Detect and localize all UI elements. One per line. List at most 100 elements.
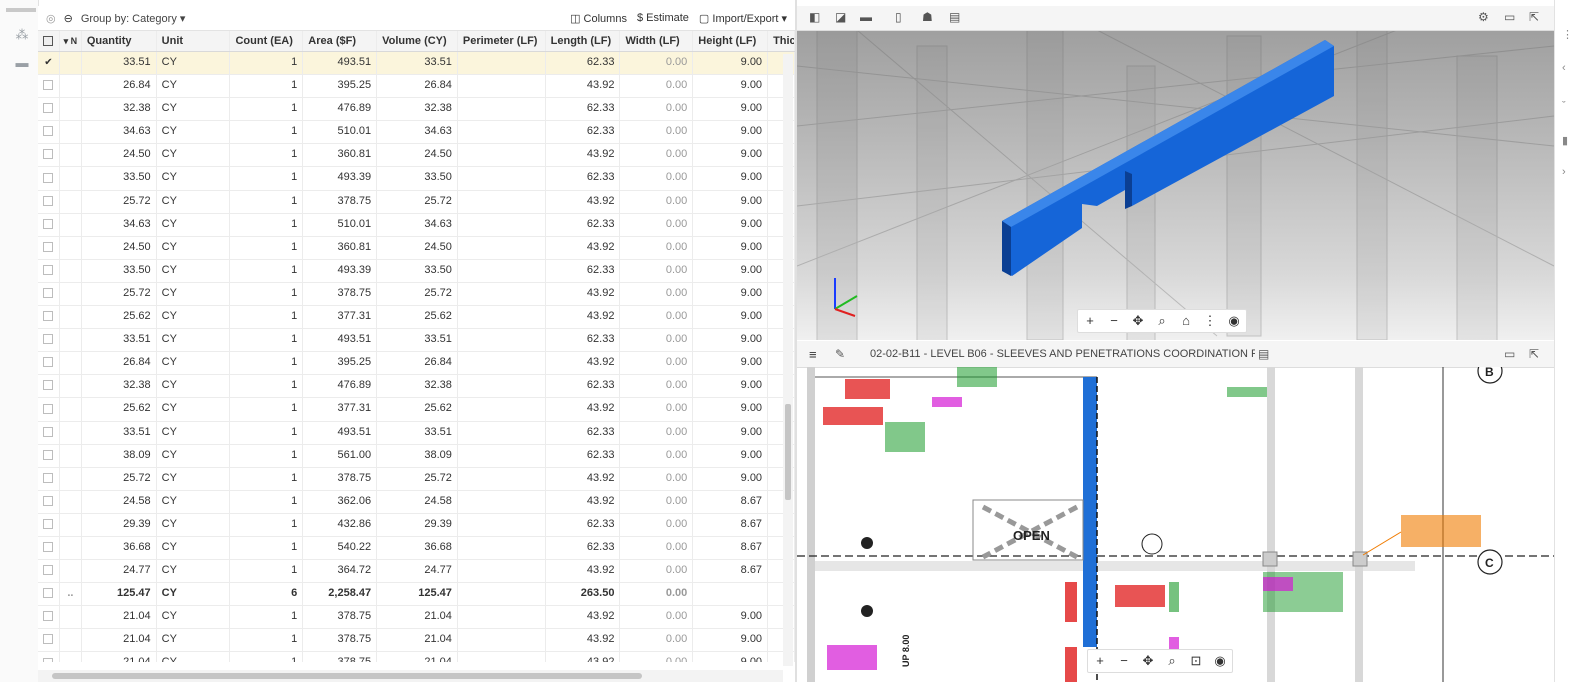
row-checkbox[interactable]	[38, 213, 60, 236]
checkbox[interactable]	[43, 126, 54, 137]
row-checkbox[interactable]	[38, 398, 60, 421]
columns-button[interactable]: ◫ Columns	[570, 12, 627, 25]
checkbox[interactable]	[43, 357, 54, 368]
row-checkbox[interactable]	[38, 606, 60, 629]
row-checkbox[interactable]	[38, 75, 60, 98]
grid-vertical-scrollbar[interactable]	[783, 54, 793, 666]
header-length[interactable]: Length (LF)	[546, 31, 621, 51]
document-icon[interactable]: ▤	[1258, 347, 1269, 361]
checkbox[interactable]	[43, 380, 54, 391]
checkbox[interactable]	[43, 611, 54, 622]
table-row[interactable]: 24.77 CY 1 364.72 24.77 43.92 0.00 8.67	[38, 560, 795, 584]
collapse-icon[interactable]: ⊖	[64, 12, 73, 25]
model-viewer-3d[interactable]: ◧ ◪ ▬ ▯ ☗ ▤ ⚙ ▭ ⇱ + − ✥ ⌕ ⌂ ⋮ ◉	[797, 6, 1554, 340]
header-count[interactable]: Count (EA)	[230, 31, 304, 51]
row-checkbox[interactable]	[38, 490, 60, 513]
vertical-scroll-thumb[interactable]	[785, 404, 791, 500]
table-row[interactable]: 33.51 CY 1 493.51 33.51 62.33 0.00 9.00	[38, 421, 795, 445]
table-row[interactable]: 33.50 CY 1 493.39 33.50 62.33 0.00 9.00	[38, 259, 795, 283]
row-checkbox[interactable]	[38, 467, 60, 490]
table-row[interactable]: 32.38 CY 1 476.89 32.38 62.33 0.00 9.00	[38, 98, 795, 122]
pan-icon[interactable]: ✥	[1136, 650, 1160, 672]
table-row[interactable]: 21.04CY1378.7521.0443.920.009.00	[38, 629, 795, 653]
external-link-icon[interactable]: ⇱	[1529, 347, 1539, 361]
sheet-viewer-2d[interactable]: ≡ ✎ 02-02-B11 - LEVEL B06 - SLEEVES AND …	[797, 341, 1554, 682]
row-checkbox[interactable]	[38, 583, 60, 606]
panel-icon[interactable]: ▮	[1562, 134, 1568, 147]
checkbox[interactable]	[43, 565, 54, 576]
pan-icon[interactable]: ✥	[1126, 310, 1150, 332]
table-row[interactable]: 33.50 CY 1 493.39 33.50 62.33 0.00 9.00	[38, 167, 795, 191]
fit-page-icon[interactable]: ⊡	[1184, 650, 1208, 672]
checkbox[interactable]	[43, 657, 54, 662]
menu-icon[interactable]: ≡	[809, 347, 817, 362]
horizontal-scroll-thumb[interactable]	[52, 673, 642, 679]
grid-horizontal-scrollbar[interactable]	[38, 670, 783, 682]
table-row[interactable]: 29.39 CY 1 432.86 29.39 62.33 0.00 8.67	[38, 513, 795, 537]
checkbox[interactable]	[43, 241, 54, 252]
import-export-button[interactable]: ▢ Import/Export ▾	[699, 12, 787, 25]
table-row[interactable]: 32.38 CY 1 476.89 32.38 62.33 0.00 9.00	[38, 375, 795, 399]
sheet-canvas[interactable]: OPEN B C UP 8.00	[797, 367, 1554, 682]
zoom-in-icon[interactable]: +	[1088, 650, 1112, 672]
chevron-right-icon[interactable]: ›	[1562, 166, 1566, 178]
checkbox[interactable]	[43, 334, 54, 345]
arrow-down-icon[interactable]: ˇ	[1562, 100, 1566, 112]
group-total-row[interactable]: .. 125.47 CY 6 2,258.47 125.47 263.50 0.00	[38, 583, 795, 607]
table-row[interactable]: 25.62 CY 1 377.31 25.62 43.92 0.00 9.00	[38, 398, 795, 422]
checkbox[interactable]	[43, 218, 54, 229]
more-vertical-icon[interactable]: ⋮	[1562, 28, 1573, 41]
row-checkbox[interactable]	[38, 329, 60, 352]
camera-icon[interactable]: ◉	[1222, 310, 1246, 332]
row-checkbox[interactable]	[38, 190, 60, 213]
row-checkbox[interactable]	[38, 167, 60, 190]
header-width[interactable]: Width (LF)	[620, 31, 694, 51]
row-checkbox[interactable]	[38, 536, 60, 560]
zoom-in-icon[interactable]: +	[1078, 310, 1102, 332]
settings-circle-icon[interactable]: ◎	[46, 12, 56, 25]
more-vertical-icon[interactable]: ⋮	[1198, 310, 1222, 332]
row-checkbox[interactable]	[38, 444, 60, 467]
checkbox[interactable]	[43, 103, 54, 114]
checkbox[interactable]	[43, 426, 54, 437]
row-checkbox[interactable]: ✔	[38, 52, 60, 75]
table-row[interactable]: 21.04CY1378.7521.0443.920.009.00	[38, 652, 795, 662]
row-checkbox[interactable]	[38, 259, 60, 282]
table-row[interactable]: 24.50 CY 1 360.81 24.50 43.92 0.00 9.00	[38, 144, 795, 168]
row-checkbox[interactable]	[38, 421, 60, 444]
row-checkbox[interactable]	[38, 375, 60, 398]
checkbox[interactable]	[43, 149, 54, 160]
home-icon[interactable]: ⌂	[1174, 310, 1198, 332]
view-person-icon[interactable]: ☗	[922, 10, 933, 24]
table-row[interactable]: 25.72 CY 1 378.75 25.72 43.92 0.00 9.00	[38, 282, 795, 307]
view-bottom-icon[interactable]: ▬	[860, 10, 872, 24]
estimate-button[interactable]: $ Estimate	[637, 12, 689, 24]
checkbox[interactable]	[43, 472, 54, 483]
header-height[interactable]: Height (LF)	[693, 31, 769, 51]
zoom-window-icon[interactable]: ⌕	[1160, 650, 1184, 672]
row-checkbox[interactable]	[38, 306, 60, 329]
keyboard-icon[interactable]: ▭	[1504, 10, 1515, 24]
header-quantity[interactable]: Quantity	[82, 31, 157, 51]
checkbox[interactable]	[43, 518, 54, 529]
gear-icon[interactable]: ⚙	[1478, 10, 1489, 24]
checkbox[interactable]	[43, 403, 54, 414]
folder-icon[interactable]: ▬	[15, 56, 29, 70]
table-row[interactable]: 26.84 CY 1 395.25 26.84 43.92 0.00 9.00	[38, 352, 795, 376]
camera-icon[interactable]: ◉	[1208, 650, 1232, 672]
hierarchy-icon[interactable]: ⁂	[15, 28, 29, 42]
checkbox[interactable]	[43, 195, 54, 206]
checkbox[interactable]	[43, 288, 54, 299]
checkbox[interactable]	[43, 634, 54, 645]
edit-icon[interactable]: ✎	[835, 347, 845, 361]
table-row[interactable]: 34.63 CY 1 510.01 34.63 62.33 0.00 9.00	[38, 121, 795, 145]
external-link-icon[interactable]: ⇱	[1529, 10, 1539, 24]
table-row[interactable]: 36.68 CY 1 540.22 36.68 62.33 0.00 8.67	[38, 536, 795, 561]
table-row[interactable]: 24.58 CY 1 362.06 24.58 43.92 0.00 8.67	[38, 490, 795, 514]
checkbox[interactable]	[43, 588, 54, 599]
sheet-title[interactable]: 02-02-B11 - LEVEL B06 - SLEEVES AND PENE…	[870, 348, 1255, 360]
row-checkbox[interactable]	[38, 513, 60, 536]
table-row[interactable]: 26.84 CY 1 395.25 26.84 43.92 0.00 9.00	[38, 75, 795, 99]
checkbox[interactable]	[43, 495, 54, 506]
checkbox[interactable]	[43, 311, 54, 322]
